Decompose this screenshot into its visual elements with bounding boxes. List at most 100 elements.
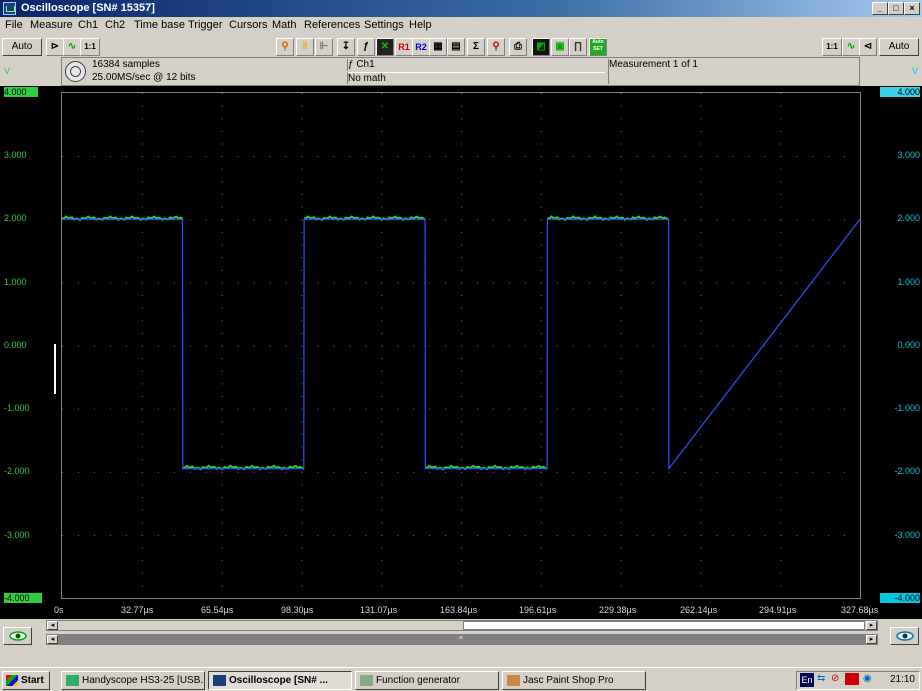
ch1-vertical-scale[interactable]: 4.000 3.000 2.000 1.000 0.000 -1.000 -2.… [0,86,56,618]
record-icon[interactable] [65,61,86,82]
grid-dot [381,534,383,536]
cursor-split-icon[interactable]: ▤ [447,38,465,56]
grid-dot [796,408,798,410]
window-icon[interactable]: ▣ [551,38,569,56]
print-icon[interactable]: ⎙ [509,38,527,56]
grid-dot [78,471,79,473]
horizontal-position-scrollbar[interactable]: ◂ ^ ▸ [46,634,878,645]
grid-dot [349,471,351,473]
start-button[interactable]: Start [2,671,50,690]
grid-dot [173,282,175,284]
clock[interactable]: 21:10 [890,674,915,685]
single-shot-icon[interactable]: ⊩ [315,38,333,56]
antivirus-icon[interactable]: ⊘ [831,673,839,684]
ch1-eye-icon[interactable] [3,627,32,645]
language-indicator[interactable]: En [800,673,814,687]
autoset-button[interactable]: Auto SET [589,38,607,56]
alert-icon[interactable] [845,673,859,685]
task-function-generator[interactable]: Function generator [355,671,499,690]
grid-dot [141,585,143,587]
task-handyscope[interactable]: Handyscope HS3-25 [USB... [61,671,205,690]
screen-color-icon[interactable]: ◩ [532,38,550,56]
math-function[interactable]: No math [347,72,605,84]
math-channel[interactable]: ƒ Ch1 [347,59,605,71]
menu-ch1[interactable]: Ch1 [78,19,98,31]
maximize-button[interactable]: □ [888,2,904,15]
scroll-left-button[interactable]: ◂ [47,621,58,630]
ch2-sine-icon[interactable]: ∿ [842,38,860,56]
volume-icon[interactable]: ◉ [863,673,872,684]
grid-dot [381,194,383,195]
grid-dot [445,408,446,410]
scroll-right-button[interactable]: ▸ [866,621,877,630]
grid-dot [828,471,830,473]
task-label: Handyscope HS3-25 [USB... [82,675,205,686]
trigger-level-icon[interactable]: ↧ [337,38,355,56]
sum-button[interactable]: Σ [467,38,485,56]
ch2-ratio-button[interactable]: 1:1 [822,38,842,56]
grid-dot [62,408,63,410]
task-oscilloscope[interactable]: Oscilloscope [SN# ... [208,671,352,690]
ch1-sine-icon[interactable]: ∿ [63,38,81,56]
trigger-edge-icon[interactable]: ƒ [357,38,375,56]
ch1-coupling-icon[interactable]: ⊳ [46,38,64,56]
menu-time-base[interactable]: Time base [134,19,185,31]
ch2-eye-icon[interactable] [890,627,919,645]
grid-dot [732,156,734,158]
grid-dot [62,534,63,536]
xy-mode-icon[interactable]: ✕ [376,38,394,56]
grid-dot [716,408,718,410]
grid-dot [189,156,191,158]
ch1-offset-marker[interactable] [54,344,56,394]
grid-dot [381,244,383,246]
grid-dot [508,345,510,347]
grid-dot [700,118,702,120]
minimize-button[interactable]: _ [872,2,888,15]
pause-icon[interactable]: ‖ [296,38,314,56]
waveform-plot[interactable] [61,92,861,599]
grid-dot [125,282,127,284]
position-left-button[interactable]: ◂ [47,635,58,644]
grid-dot [381,320,383,322]
ch2-coupling-icon[interactable]: ⊲ [859,38,877,56]
grid-dot [397,534,399,536]
grid-dot [253,156,255,158]
ch1-auto-button[interactable]: Auto [2,38,42,56]
grid-dot [301,433,303,435]
grid-dot [109,471,111,473]
horizontal-zoom-scrollbar[interactable]: ◂ ▸ [46,620,878,631]
grid-dot [349,156,351,158]
zoom-icon[interactable]: ⚲ [487,38,505,56]
menu-trigger[interactable]: Trigger [188,19,222,31]
menu-file[interactable]: File [5,19,23,31]
menu-math[interactable]: Math [272,19,296,31]
network-icon[interactable]: ⇆ [817,673,825,684]
scroll-thumb[interactable] [463,621,865,630]
menu-help[interactable]: Help [409,19,432,31]
grid-dot [620,130,622,132]
grid-dot [700,560,702,562]
window-title: Oscilloscope [SN# 15357] [21,2,155,14]
title-bar[interactable]: Oscilloscope [SN# 15357] _ □ × [0,0,922,17]
ch2-auto-button[interactable]: Auto [879,38,919,56]
menu-settings[interactable]: Settings [364,19,404,31]
menu-references[interactable]: References [304,19,360,31]
position-right-button[interactable]: ▸ [866,635,877,644]
grid-dot [221,585,223,587]
ch2-vertical-scale[interactable]: 4.000 3.000 2.000 1.000 0.000 -1.000 -2.… [878,86,922,618]
menu-cursors[interactable]: Cursors [229,19,268,31]
grid-dot [780,572,782,574]
close-button[interactable]: × [904,2,920,15]
grid-dot [524,156,526,158]
probe-icon[interactable]: ⚲ [276,38,294,56]
reference-1-button[interactable]: R1 [395,38,413,56]
task-paint-shop-pro[interactable]: Jasc Paint Shop Pro [502,671,646,690]
reference-2-button[interactable]: R2 [412,38,430,56]
menu-measure[interactable]: Measure [30,19,73,31]
menu-ch2[interactable]: Ch2 [105,19,125,31]
grid-dot [716,282,718,284]
ch1-ratio-button[interactable]: 1:1 [80,38,100,56]
bar-icon[interactable]: ∏ [569,38,587,56]
grid-dot [461,383,462,385]
cursor-layout-icon[interactable]: ▦ [429,38,447,56]
